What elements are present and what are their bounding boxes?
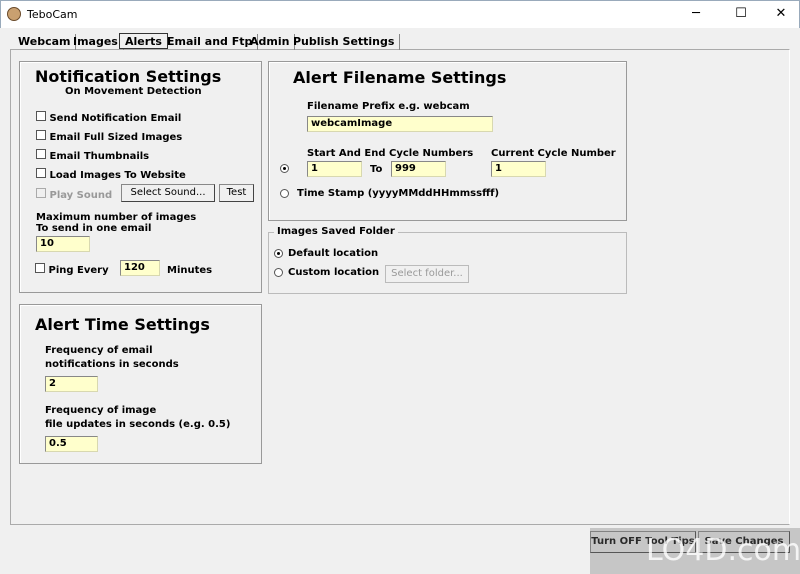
play-sound-checkbox[interactable]: Play Sound — [36, 188, 112, 201]
max-images-label-2: To send in one email — [36, 223, 152, 234]
alert-filename-title: Alert Filename Settings — [293, 68, 507, 87]
email-frequency-label: Frequency of email — [45, 345, 153, 356]
max-images-input[interactable]: 10 — [36, 236, 90, 252]
image-frequency-input[interactable]: 0.5 — [45, 436, 98, 452]
alert-time-panel: Alert Time Settings Frequency of email n… — [19, 304, 262, 464]
timestamp-label: Time Stamp (yyyyMMddHHmmssfff) — [297, 188, 500, 199]
notification-title: Notification Settings — [35, 67, 222, 86]
ping-checkbox[interactable]: Ping Every — [35, 263, 109, 276]
send-email-checkbox[interactable]: Send Notification Email — [36, 111, 181, 124]
prefix-label: Filename Prefix e.g. webcam — [307, 101, 470, 112]
email-frequency-label-2: notifications in seconds — [45, 359, 179, 370]
window-title: TeboCam — [27, 8, 78, 21]
cycle-numbers-radio[interactable] — [280, 164, 289, 173]
cycle-label: Start And End Cycle Numbers — [307, 148, 474, 159]
select-sound-button[interactable]: Select Sound... — [121, 184, 215, 202]
image-frequency-label-2: file updates in seconds (e.g. 0.5) — [45, 419, 231, 430]
folder-group-title: Images Saved Folder — [274, 226, 398, 237]
title-bar: TeboCam ─ ☐ ✕ — [0, 0, 800, 28]
full-images-checkbox[interactable]: Email Full Sized Images — [36, 130, 182, 143]
tab-images[interactable]: Images — [68, 34, 124, 50]
tab-webcam[interactable]: Webcam — [13, 34, 77, 50]
minimize-button[interactable]: ─ — [681, 5, 711, 23]
tab-publish-settings[interactable]: Publish Settings — [288, 34, 401, 50]
alert-filename-panel: Alert Filename Settings Filename Prefix … — [268, 61, 627, 221]
tab-alerts[interactable]: Alerts — [119, 33, 168, 49]
maximize-button[interactable]: ☐ — [726, 5, 756, 23]
timestamp-radio[interactable] — [280, 189, 289, 198]
default-location-radio[interactable] — [274, 249, 283, 258]
images-saved-folder-group: Images Saved Folder Default location Cus… — [268, 226, 627, 294]
to-label: To — [370, 164, 383, 175]
current-cycle-input[interactable]: 1 — [491, 161, 546, 177]
load-website-checkbox[interactable]: Load Images To Website — [36, 168, 186, 181]
prefix-input[interactable]: webcamImage — [307, 116, 493, 132]
select-folder-button[interactable]: Select folder... — [385, 265, 469, 283]
test-sound-button[interactable]: Test — [219, 184, 254, 202]
custom-location-radio[interactable] — [274, 268, 283, 277]
close-button[interactable]: ✕ — [766, 5, 796, 23]
custom-location-label: Custom location — [288, 267, 380, 278]
cycle-start-input[interactable]: 1 — [307, 161, 362, 177]
notification-settings-panel: Notification Settings On Movement Detect… — [19, 61, 262, 293]
tab-email-ftp[interactable]: Email and Ftp — [162, 34, 259, 50]
app-icon — [7, 7, 21, 21]
minutes-label: Minutes — [167, 265, 213, 276]
cycle-end-input[interactable]: 999 — [391, 161, 446, 177]
alert-time-title: Alert Time Settings — [35, 315, 210, 334]
image-frequency-label: Frequency of image — [45, 405, 157, 416]
current-cycle-label: Current Cycle Number — [491, 148, 616, 159]
ping-minutes-input[interactable]: 120 — [120, 260, 160, 276]
thumbnails-checkbox[interactable]: Email Thumbnails — [36, 149, 149, 162]
default-location-label: Default location — [288, 248, 379, 259]
watermark: LO4D.com — [590, 528, 800, 574]
max-images-label: Maximum number of images — [36, 212, 197, 223]
email-frequency-input[interactable]: 2 — [45, 376, 98, 392]
notification-subtitle: On Movement Detection — [65, 86, 202, 97]
